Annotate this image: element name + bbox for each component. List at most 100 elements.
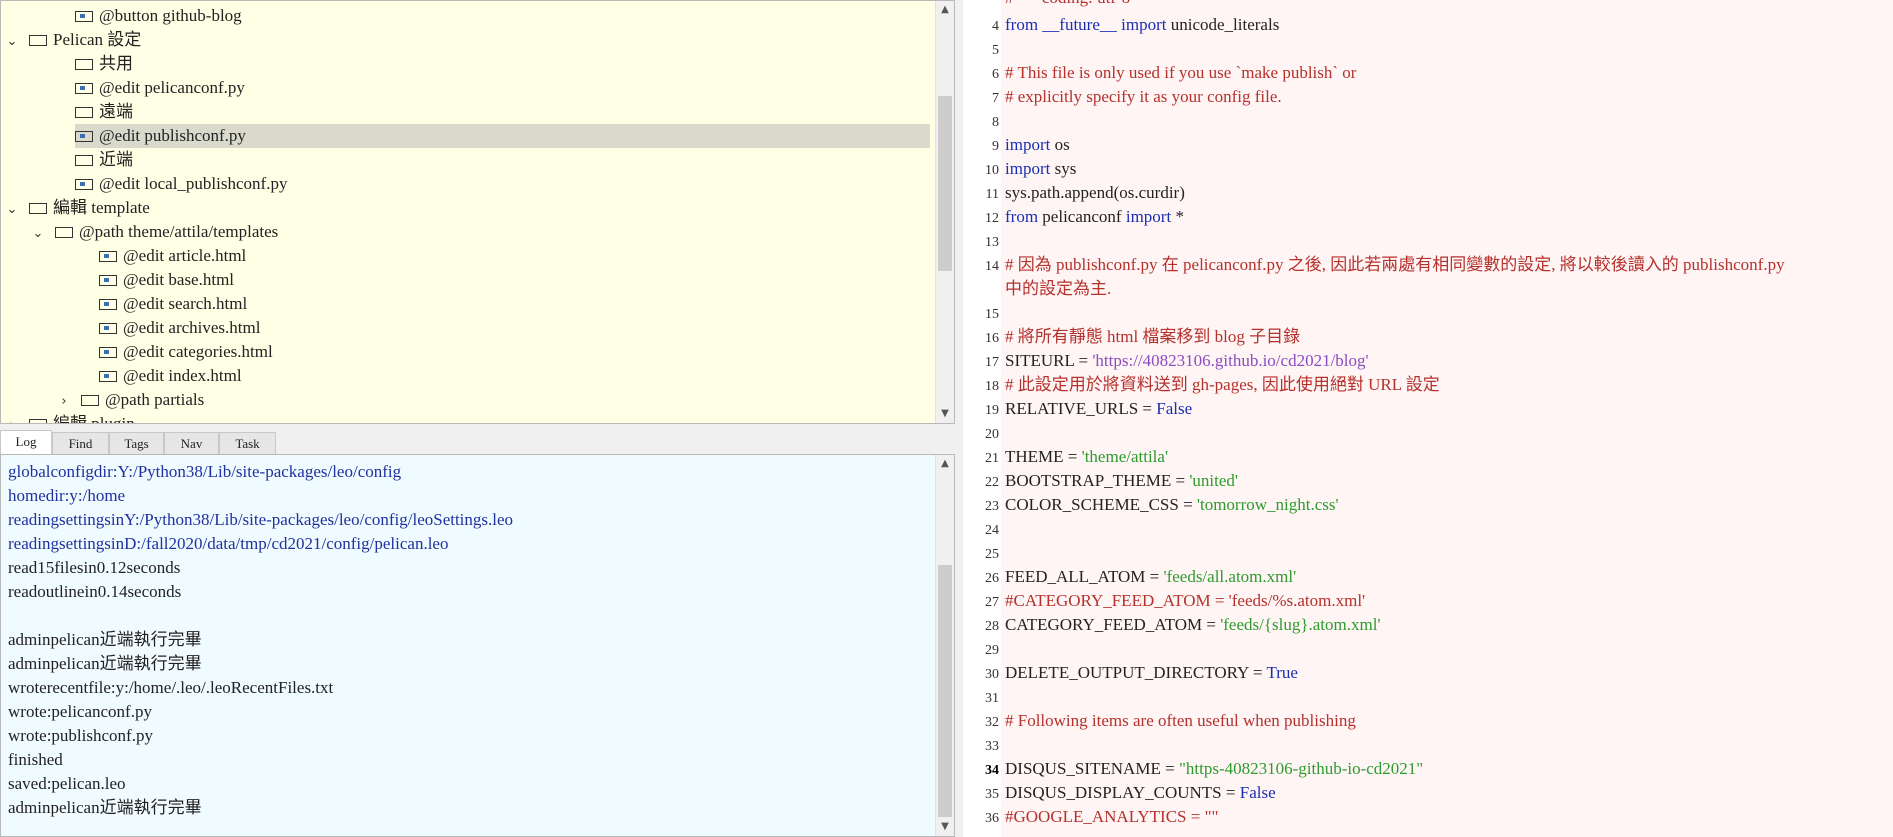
- line-number: 11: [985, 187, 999, 202]
- line-number: 27: [985, 595, 999, 610]
- outline-node[interactable]: @edit search.html: [99, 292, 247, 316]
- scroll-up-icon[interactable]: ▲: [936, 455, 954, 473]
- chevron-right-icon[interactable]: ›: [1, 414, 23, 423]
- outline-node-label: @edit categories.html: [123, 342, 273, 361]
- tab-find[interactable]: Find: [52, 432, 109, 454]
- outline-node-label: @edit archives.html: [123, 318, 261, 337]
- log-scroll-thumb[interactable]: [938, 565, 952, 817]
- log-pane[interactable]: globalconfigdir:Y:/Python38/Lib/site-pac…: [0, 454, 955, 837]
- outline-node-label: 編輯 plugin: [53, 414, 135, 424]
- log-line: adminpelican近端執行完畢: [8, 798, 202, 817]
- outline-node[interactable]: @edit base.html: [99, 268, 234, 292]
- tab-task[interactable]: Task: [219, 432, 276, 454]
- chevron-down-icon[interactable]: ⌄: [1, 198, 23, 222]
- code-line[interactable]: from pelicanconf import *: [1005, 205, 1184, 229]
- code-line[interactable]: 中的設定為主.: [1005, 277, 1111, 301]
- outline-node[interactable]: @edit publishconf.py: [75, 124, 930, 148]
- chevron-down-icon[interactable]: ⌄: [1, 30, 23, 54]
- code-line[interactable]: RELATIVE_URLS = False: [1005, 397, 1192, 421]
- chevron-down-icon[interactable]: ⌄: [27, 222, 49, 246]
- code-line[interactable]: import os: [1005, 133, 1070, 157]
- outline-node[interactable]: 遠端: [75, 100, 133, 124]
- line-number: 14: [985, 259, 999, 274]
- line-number: 36: [985, 811, 999, 826]
- outline-scroll-thumb[interactable]: [938, 96, 952, 271]
- code-token: # 將所有靜態 html 檔案移到 blog 子目錄: [1005, 327, 1301, 346]
- chevron-right-icon[interactable]: ›: [53, 390, 75, 414]
- code-token: sys.path.append(os.curdir): [1005, 183, 1185, 202]
- line-number: 8: [992, 115, 999, 130]
- code-line[interactable]: import sys: [1005, 157, 1076, 181]
- code-token: import: [1121, 15, 1171, 34]
- code-line[interactable]: # This file is only used if you use `mak…: [1005, 61, 1356, 85]
- outline-node[interactable]: @edit article.html: [99, 244, 246, 268]
- code-token: 'feeds/all.atom.xml': [1163, 567, 1297, 586]
- outline-pane[interactable]: @button github-blog ⌄ Pelican 設定 共用 @edit pe…: [0, 0, 955, 424]
- tab-tags[interactable]: Tags: [109, 432, 164, 454]
- line-number: 21: [985, 451, 999, 466]
- line-number: 9: [992, 139, 999, 154]
- tab-nav[interactable]: Nav: [164, 432, 219, 454]
- outline-node[interactable]: @edit pelicanconf.py: [75, 76, 245, 100]
- code-line[interactable]: # 此設定用於將資料送到 gh-pages, 因此使用絕對 URL 設定: [1005, 373, 1440, 397]
- code-line[interactable]: FEED_ALL_ATOM = 'feeds/all.atom.xml': [1005, 565, 1296, 589]
- code-line[interactable]: #CATEGORY_FEED_ATOM = 'feeds/%s.atom.xml…: [1005, 589, 1365, 613]
- code-token: RELATIVE_URLS =: [1005, 399, 1157, 418]
- code-token: import: [1005, 135, 1055, 154]
- code-line[interactable]: #GOOGLE_ANALYTICS = "": [1005, 805, 1218, 829]
- code-token: 'tomorrow_night.css': [1196, 495, 1339, 514]
- node-icon: [75, 58, 93, 70]
- code-line[interactable]: # 因為 publishconf.py 在 pelicanconf.py 之後,…: [1005, 253, 1785, 277]
- code-line[interactable]: BOOTSTRAP_THEME = 'united': [1005, 469, 1238, 493]
- outline-node[interactable]: @button github-blog: [75, 4, 242, 28]
- code-token: # This file is only used if you use `mak…: [1005, 63, 1357, 82]
- code-line[interactable]: THEME = 'theme/attila': [1005, 445, 1168, 469]
- line-number: 4: [992, 19, 999, 34]
- outline-node[interactable]: @edit local_publishconf.py: [75, 172, 287, 196]
- node-file-icon: [75, 178, 93, 190]
- outline-node-label: 共用: [99, 54, 133, 73]
- log-line: globalconfigdir:Y:/Python38/Lib/site-pac…: [8, 462, 402, 481]
- code-line[interactable]: sys.path.append(os.curdir): [1005, 181, 1185, 205]
- node-file-icon: [99, 274, 117, 286]
- line-number: 32: [985, 715, 999, 730]
- code-line[interactable]: # explicitly specify it as your config f…: [1005, 85, 1282, 109]
- tab-log[interactable]: Log: [0, 430, 52, 454]
- log-line: wroterecentfile:y:/home/.leo/.leoRecentF…: [8, 678, 334, 697]
- pane-splitter[interactable]: [955, 0, 963, 837]
- code-token: from: [1005, 207, 1043, 226]
- outline-node[interactable]: ⌄ Pelican 設定: [1, 28, 142, 54]
- node-file-icon: [75, 130, 93, 142]
- code-token: #CATEGORY_FEED_ATOM = 'feeds/%s.atom.xml…: [1005, 591, 1366, 610]
- node-icon: [75, 106, 93, 118]
- code-line[interactable]: DISQUS_SITENAME = "https-40823106-github…: [1005, 757, 1423, 781]
- outline-node[interactable]: ⌄ @path theme/attila/templates: [27, 220, 279, 246]
- line-number: 23: [985, 499, 999, 514]
- outline-node[interactable]: 共用: [75, 52, 133, 76]
- outline-node[interactable]: @edit archives.html: [99, 316, 260, 340]
- line-number: 20: [985, 427, 999, 442]
- outline-node[interactable]: @edit categories.html: [99, 340, 273, 364]
- code-line[interactable]: DELETE_OUTPUT_DIRECTORY = True: [1005, 661, 1298, 685]
- outline-node[interactable]: › 編輯 plugin: [1, 412, 135, 424]
- code-line[interactable]: DISQUS_DISPLAY_COUNTS = False: [1005, 781, 1276, 805]
- outline-node[interactable]: 近端: [75, 148, 133, 172]
- outline-node[interactable]: ⌄ 編輯 template: [1, 196, 150, 220]
- scroll-down-icon[interactable]: ▼: [936, 405, 954, 423]
- code-line[interactable]: CATEGORY_FEED_ATOM = 'feeds/{slug}.atom.…: [1005, 613, 1381, 637]
- line-number: 17: [985, 355, 999, 370]
- code-line[interactable]: from __future__ import unicode_literals: [1005, 13, 1279, 37]
- code-token: pelicanconf: [1042, 207, 1126, 226]
- outline-scrollbar[interactable]: ▲ ▼: [935, 1, 954, 423]
- code-line[interactable]: # 將所有靜態 html 檔案移到 blog 子目錄: [1005, 325, 1300, 349]
- code-line[interactable]: # Following items are often useful when …: [1005, 709, 1356, 733]
- line-number: 30: [985, 667, 999, 682]
- scroll-down-icon[interactable]: ▼: [936, 818, 954, 836]
- code-line[interactable]: COLOR_SCHEME_CSS = 'tomorrow_night.css': [1005, 493, 1339, 517]
- outline-node[interactable]: › @path partials: [53, 388, 204, 412]
- scroll-up-icon[interactable]: ▲: [936, 1, 954, 19]
- code-line[interactable]: SITEURL = 'https://40823106.github.io/cd…: [1005, 349, 1369, 373]
- outline-node[interactable]: @edit index.html: [99, 364, 242, 388]
- code-token: False: [1239, 783, 1276, 802]
- log-scrollbar[interactable]: ▲ ▼: [935, 455, 954, 836]
